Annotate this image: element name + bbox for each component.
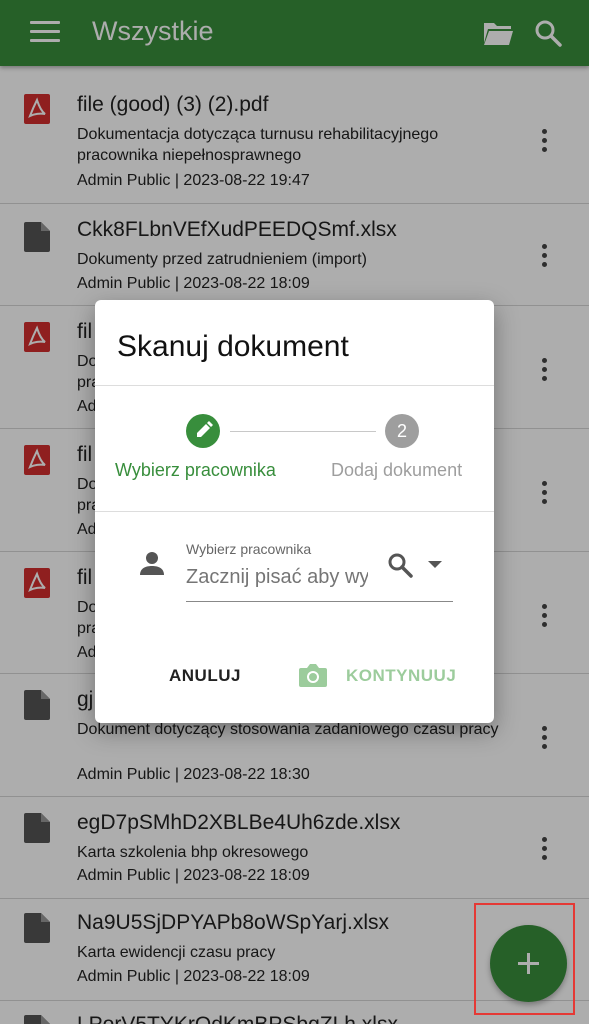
step-1-indicator[interactable]	[186, 414, 220, 448]
field-underline	[186, 601, 453, 602]
divider	[95, 385, 494, 386]
divider	[95, 511, 494, 512]
highlight-box	[474, 903, 575, 1015]
step-2-indicator[interactable]: 2	[385, 414, 419, 448]
continue-button[interactable]: KONTYNUUJ	[346, 666, 456, 686]
stepper-connector	[230, 431, 376, 432]
search-icon[interactable]	[387, 552, 413, 578]
camera-icon	[299, 664, 327, 687]
dialog-title: Skanuj dokument	[117, 330, 349, 363]
employee-field-label: Wybierz pracownika	[186, 541, 312, 557]
person-icon	[140, 552, 164, 575]
employee-search-input[interactable]	[186, 566, 368, 589]
pencil-icon	[197, 421, 213, 437]
step-2-label: Dodaj dokument	[331, 460, 463, 480]
dropdown-arrow-icon[interactable]	[428, 561, 442, 568]
step-1-label: Wybierz pracownika	[115, 460, 276, 480]
cancel-button[interactable]: ANULUJ	[169, 666, 241, 686]
scan-document-dialog: Skanuj dokument 2 Wybierz pracownika Dod…	[95, 300, 494, 723]
